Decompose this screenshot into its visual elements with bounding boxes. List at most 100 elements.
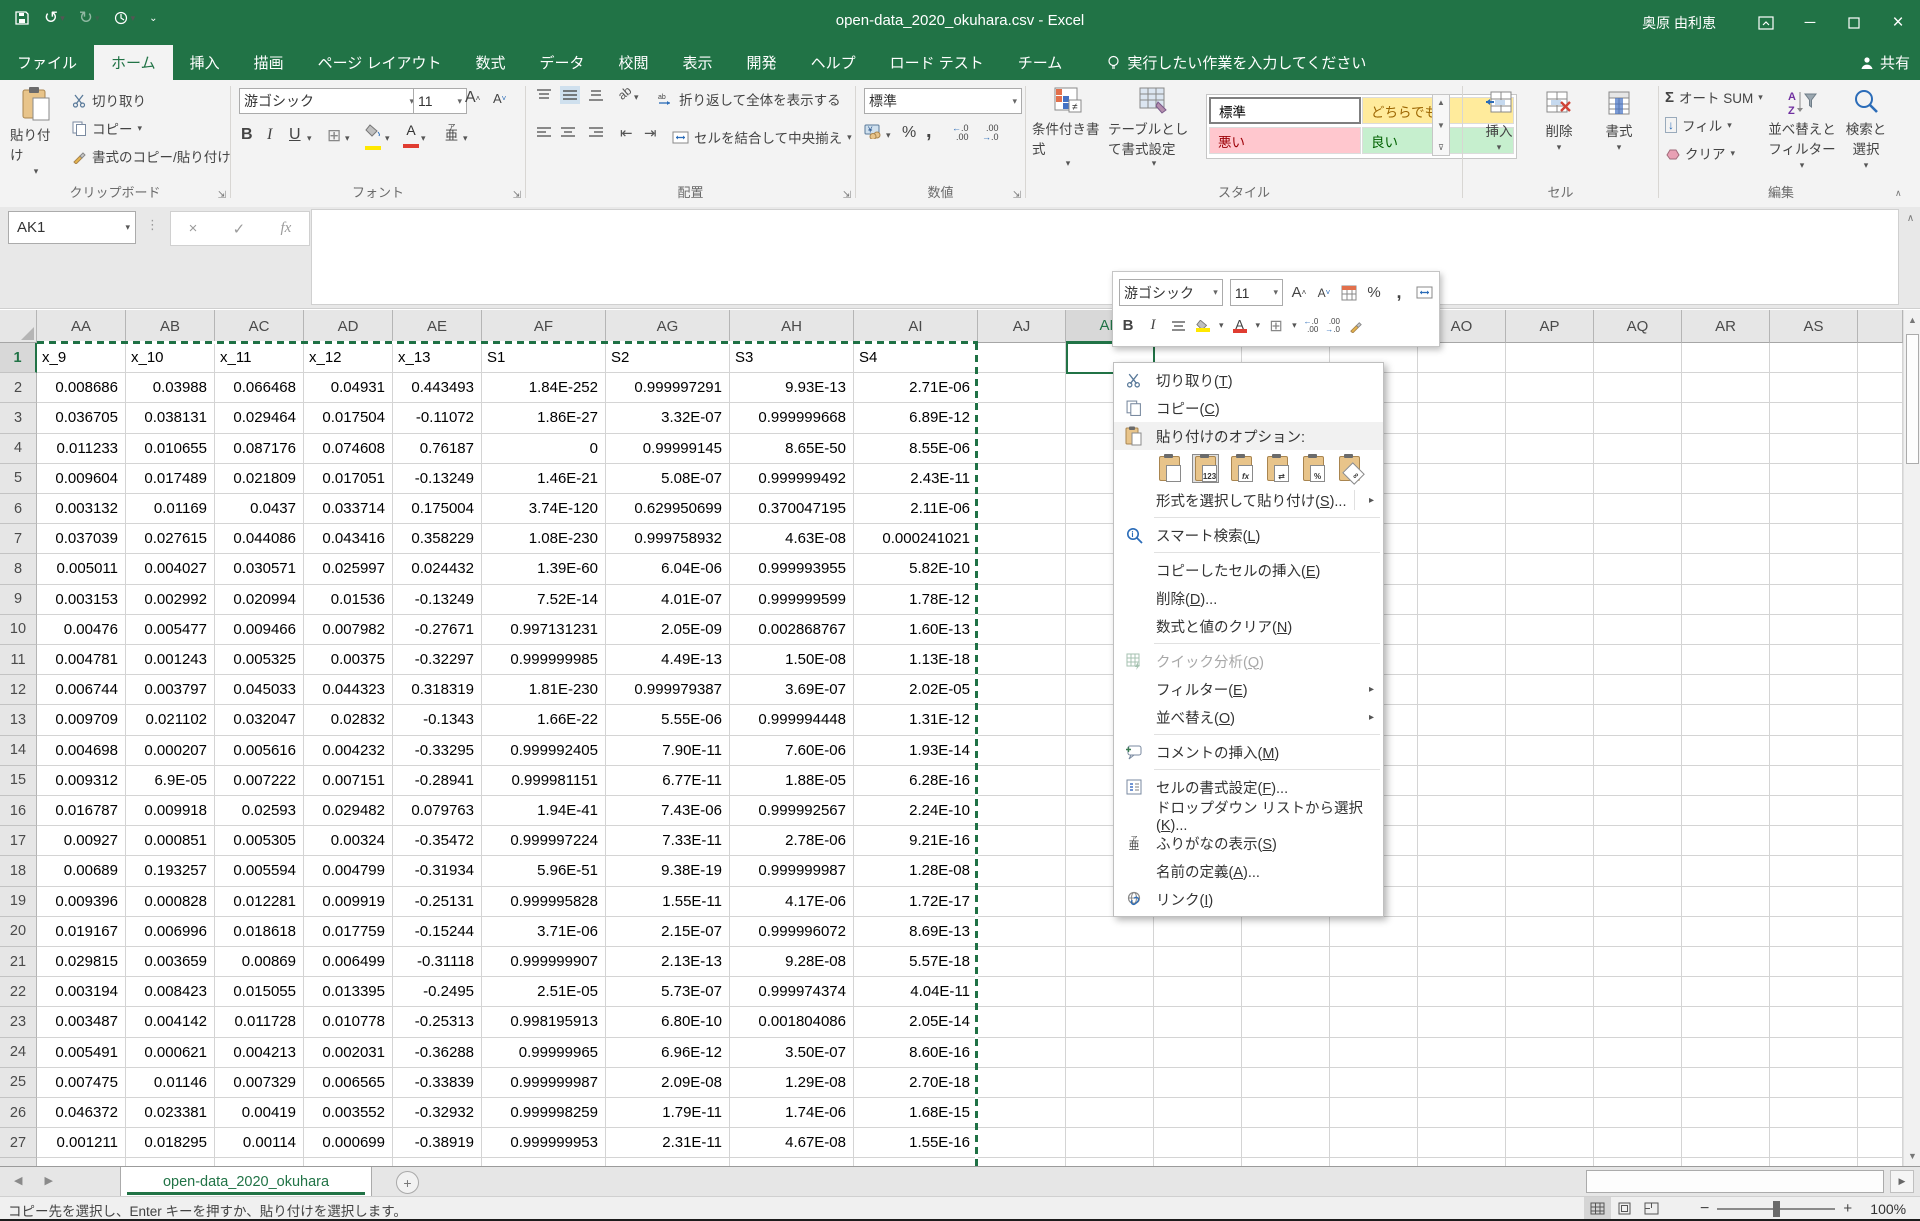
cell-AN26[interactable] — [1330, 1098, 1418, 1128]
cell-AA16[interactable]: 0.016787 — [37, 796, 126, 826]
cell-AG12[interactable]: 0.999979387 — [606, 675, 730, 705]
cell-AR1[interactable] — [1682, 343, 1770, 373]
cell-AE1[interactable]: x_13 — [393, 343, 482, 373]
zoom-level[interactable]: 100% — [1860, 1201, 1906, 1217]
row-header-26[interactable]: 26 — [0, 1098, 37, 1128]
phonetic-dropdown[interactable]: ▾ — [463, 133, 468, 144]
collapse-formula-bar-icon[interactable]: ∧ — [1903, 213, 1918, 235]
cell-AD16[interactable]: 0.029482 — [304, 796, 393, 826]
cell-AI14[interactable]: 1.93E-14 — [854, 736, 978, 766]
cell-AA25[interactable]: 0.007475 — [37, 1068, 126, 1098]
cell-x9[interactable] — [1858, 585, 1903, 615]
cell-AM26[interactable] — [1242, 1098, 1330, 1128]
cell-AE14[interactable]: -0.33295 — [393, 736, 482, 766]
cell-AI19[interactable]: 1.72E-17 — [854, 887, 978, 917]
cell-AL22[interactable] — [1154, 977, 1242, 1007]
cell-AJ24[interactable] — [978, 1038, 1066, 1068]
cell-AS16[interactable] — [1770, 796, 1858, 826]
cell-AQ17[interactable] — [1594, 826, 1682, 856]
cell-AJ13[interactable] — [978, 705, 1066, 735]
cell-AF14[interactable]: 0.999992405 — [482, 736, 606, 766]
cell-AD21[interactable]: 0.006499 — [304, 947, 393, 977]
tab-数式[interactable]: 数式 — [458, 45, 522, 80]
cell-AH2[interactable]: 9.93E-13 — [730, 373, 854, 403]
zoom-in-button[interactable]: + — [1843, 1200, 1852, 1217]
row-header-16[interactable]: 16 — [0, 796, 37, 826]
cell-AI28[interactable]: 2.04E-15 — [854, 1158, 978, 1166]
cell-AC17[interactable]: 0.005305 — [215, 826, 304, 856]
cell-AH9[interactable]: 0.999999599 — [730, 585, 854, 615]
cell-AK26[interactable] — [1066, 1098, 1154, 1128]
cell-AM23[interactable] — [1242, 1007, 1330, 1037]
cell-AF2[interactable]: 1.84E-252 — [482, 373, 606, 403]
cell-AF7[interactable]: 1.08E-230 — [482, 524, 606, 554]
cell-AO2[interactable] — [1418, 373, 1506, 403]
menu-item-insert-comment[interactable]: コメントの挿入(M) — [1114, 738, 1383, 766]
cell-AP3[interactable] — [1506, 403, 1594, 433]
underline-button[interactable]: U — [289, 126, 301, 144]
cell-AD22[interactable]: 0.013395 — [304, 977, 393, 1007]
cell-AI24[interactable]: 8.60E-16 — [854, 1038, 978, 1068]
cell-AH16[interactable]: 0.999992567 — [730, 796, 854, 826]
cell-AJ14[interactable] — [978, 736, 1066, 766]
row-header-20[interactable]: 20 — [0, 917, 37, 947]
cell-x25[interactable] — [1858, 1068, 1903, 1098]
cell-AA26[interactable]: 0.046372 — [37, 1098, 126, 1128]
cell-AJ7[interactable] — [978, 524, 1066, 554]
cell-AP12[interactable] — [1506, 675, 1594, 705]
cell-AM25[interactable] — [1242, 1068, 1330, 1098]
cell-AK24[interactable] — [1066, 1038, 1154, 1068]
cell-AO11[interactable] — [1418, 645, 1506, 675]
column-header-AG[interactable]: AG — [606, 310, 730, 343]
cell-AQ1[interactable] — [1594, 343, 1682, 373]
cell-AQ18[interactable] — [1594, 856, 1682, 886]
row-header-22[interactable]: 22 — [0, 977, 37, 1007]
cell-AB5[interactable]: 0.017489 — [126, 464, 215, 494]
cell-AP28[interactable] — [1506, 1158, 1594, 1166]
tell-me-box[interactable]: 実行したい作業を入力してください — [1107, 45, 1366, 80]
cell-AD19[interactable]: 0.009919 — [304, 887, 393, 917]
cell-AG9[interactable]: 4.01E-07 — [606, 585, 730, 615]
cell-AP21[interactable] — [1506, 947, 1594, 977]
cell-AP15[interactable] — [1506, 766, 1594, 796]
mini-fill-color-button[interactable] — [1194, 314, 1212, 338]
cell-AR3[interactable] — [1682, 403, 1770, 433]
cell-AH8[interactable]: 0.999993955 — [730, 554, 854, 584]
horizontal-scrollbar-thumb[interactable] — [1586, 1170, 1884, 1193]
cell-AH26[interactable]: 1.74E-06 — [730, 1098, 854, 1128]
cell-AJ15[interactable] — [978, 766, 1066, 796]
cell-AF8[interactable]: 1.39E-60 — [482, 554, 606, 584]
row-header-5[interactable]: 5 — [0, 464, 37, 494]
cell-AG22[interactable]: 5.73E-07 — [606, 977, 730, 1007]
cell-AF4[interactable]: 0 — [482, 434, 606, 464]
cell-AO20[interactable] — [1418, 917, 1506, 947]
alignment-dialog-launcher[interactable]: ⇲ — [843, 190, 851, 201]
cell-AP9[interactable] — [1506, 585, 1594, 615]
row-header-12[interactable]: 12 — [0, 675, 37, 705]
cell-AF3[interactable]: 1.86E-27 — [482, 403, 606, 433]
cell-AG2[interactable]: 0.999997291 — [606, 373, 730, 403]
menu-item-paste-options[interactable]: 貼り付けのオプション: — [1114, 422, 1383, 450]
cell-AB20[interactable]: 0.006996 — [126, 917, 215, 947]
mini-font-size-combo[interactable]: 11▾ — [1230, 279, 1283, 306]
cell-AI8[interactable]: 5.82E-10 — [854, 554, 978, 584]
cell-AD12[interactable]: 0.044323 — [304, 675, 393, 705]
cell-AP5[interactable] — [1506, 464, 1594, 494]
cell-AE24[interactable]: -0.36288 — [393, 1038, 482, 1068]
cell-AH28[interactable]: 3.15E-06 — [730, 1158, 854, 1166]
cell-AO13[interactable] — [1418, 705, 1506, 735]
cell-x22[interactable] — [1858, 977, 1903, 1007]
cell-AG16[interactable]: 7.43E-06 — [606, 796, 730, 826]
close-button[interactable]: × — [1876, 0, 1920, 45]
cell-AQ13[interactable] — [1594, 705, 1682, 735]
cell-AB11[interactable]: 0.001243 — [126, 645, 215, 675]
cell-AF18[interactable]: 5.96E-51 — [482, 856, 606, 886]
cell-AE16[interactable]: 0.079763 — [393, 796, 482, 826]
fill-color-button[interactable] — [365, 124, 381, 155]
cell-AS12[interactable] — [1770, 675, 1858, 705]
cell-AE8[interactable]: 0.024432 — [393, 554, 482, 584]
cell-AN24[interactable] — [1330, 1038, 1418, 1068]
cell-style-bad[interactable]: 悪い — [1209, 127, 1361, 154]
cell-AN23[interactable] — [1330, 1007, 1418, 1037]
cell-AI6[interactable]: 2.11E-06 — [854, 494, 978, 524]
